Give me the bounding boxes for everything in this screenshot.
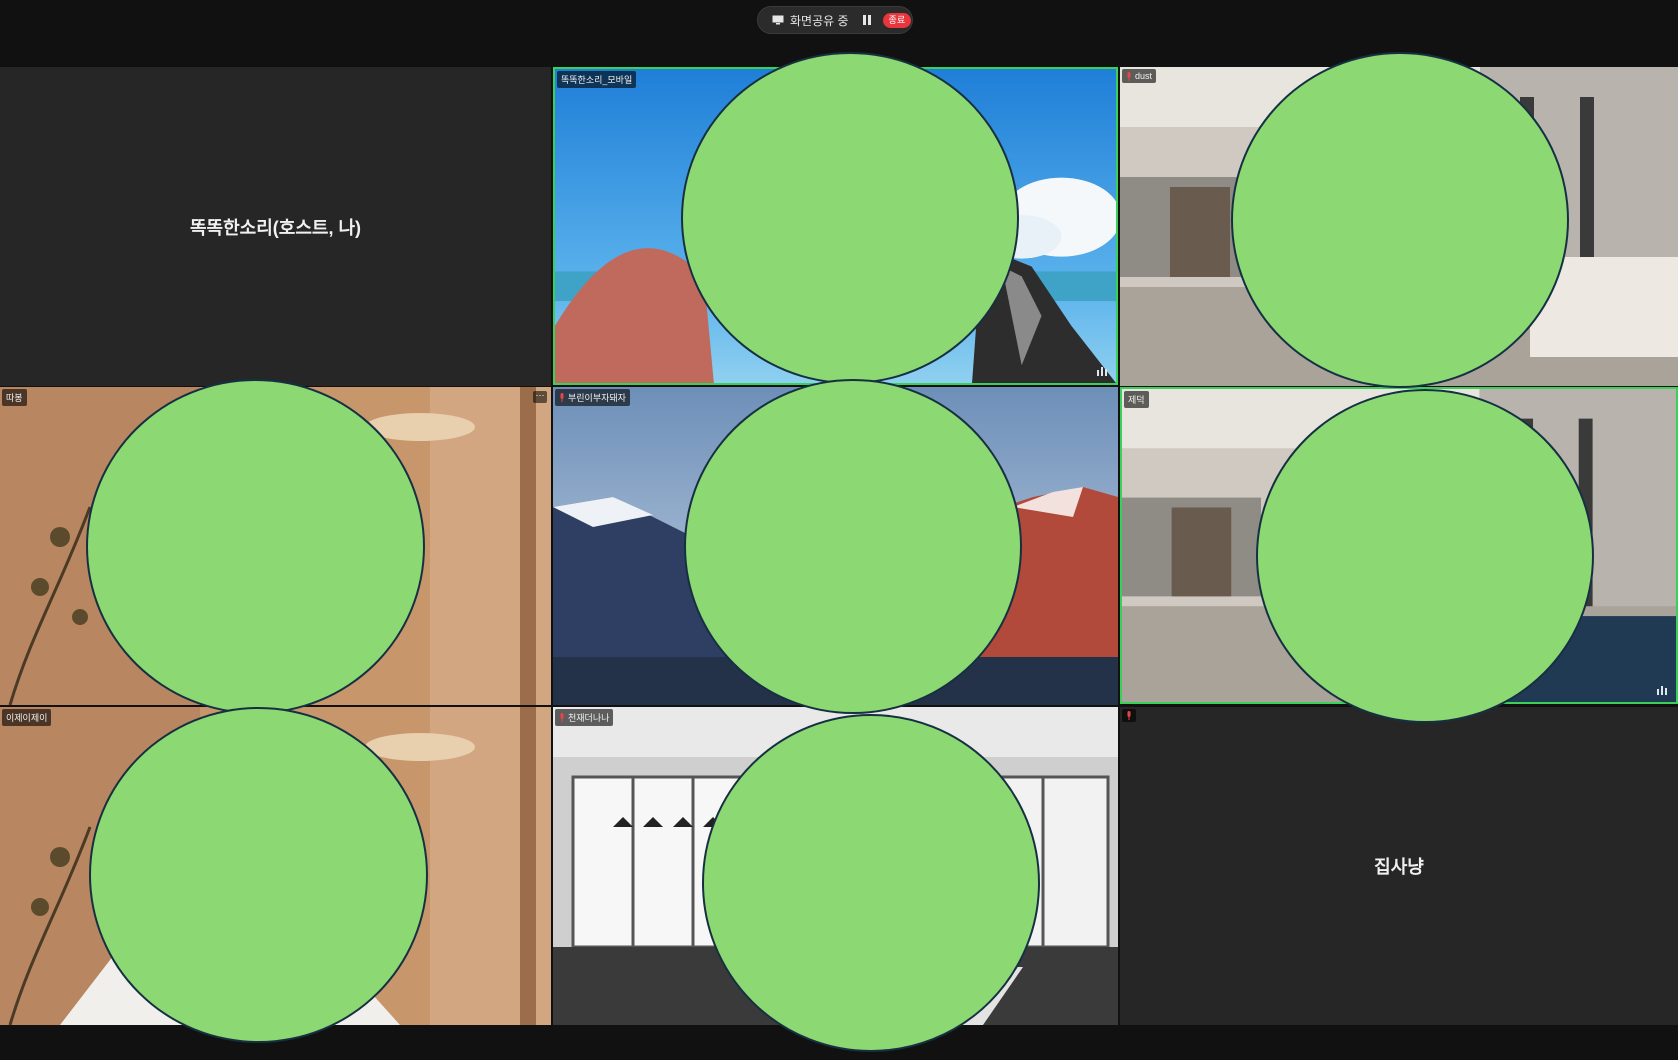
- participant-name: 똑똑한소리_모바일: [561, 75, 633, 85]
- participant-name: dust: [1135, 71, 1153, 81]
- participant-name-large: 집사냥: [1374, 857, 1424, 877]
- participant-name: 천재더나나: [568, 713, 610, 723]
- face-mask: [89, 707, 428, 1043]
- participant-name-tag: 이제이제이: [2, 709, 52, 726]
- participant-name-tag: 똑똑한소리_모바일: [557, 71, 637, 88]
- face-mask: [86, 379, 425, 714]
- participant-name-tag: 부린이부자돼자: [555, 389, 630, 406]
- face-mask: [702, 714, 1040, 1052]
- participant-name-tag: 천재더나나: [555, 709, 614, 726]
- participant-name: 제덕: [1128, 395, 1145, 405]
- participant-tile[interactable]: 똑똑한소리(호스트, 나): [0, 67, 551, 386]
- mic-muted-icon: [1127, 711, 1131, 720]
- share-status-label: 화면공유 중: [790, 13, 849, 28]
- participant-name: 부린이부자돼자: [568, 393, 626, 403]
- face-mask: [1231, 52, 1569, 388]
- audio-level-icon: [1657, 686, 1667, 695]
- participant-name-tag: [1122, 709, 1136, 722]
- face-mask: [681, 52, 1019, 384]
- stop-share-button[interactable]: 종료: [882, 12, 912, 28]
- participant-name-large: 똑똑한소리(호스트, 나): [189, 217, 362, 238]
- face-mask: [684, 379, 1022, 714]
- more-options-icon[interactable]: ···: [533, 391, 547, 403]
- pause-icon[interactable]: [862, 15, 871, 25]
- participant-name-tag: 따봉: [2, 389, 27, 406]
- audio-level-icon: [1097, 367, 1107, 376]
- mic-muted-icon: [1127, 71, 1131, 81]
- mic-muted-icon: [560, 713, 564, 722]
- face-mask: [1256, 389, 1594, 723]
- participant-name: 따봉: [6, 393, 23, 403]
- screen-share-bar: 화면공유 중 종료: [757, 6, 913, 34]
- screen-share-icon: [772, 15, 784, 25]
- participant-name-tag: dust: [1122, 69, 1157, 83]
- participant-tile[interactable]: 집사냥: [1120, 707, 1678, 1025]
- participant-name-tag: 제덕: [1124, 391, 1149, 408]
- participant-name: 이제이제이: [6, 713, 48, 723]
- mic-muted-icon: [560, 393, 564, 402]
- meeting-window: 화면공유 중 종료 똑똑한소리(호스트, 나) 똑똑한소리_모바일 dust 따…: [0, 0, 1678, 1060]
